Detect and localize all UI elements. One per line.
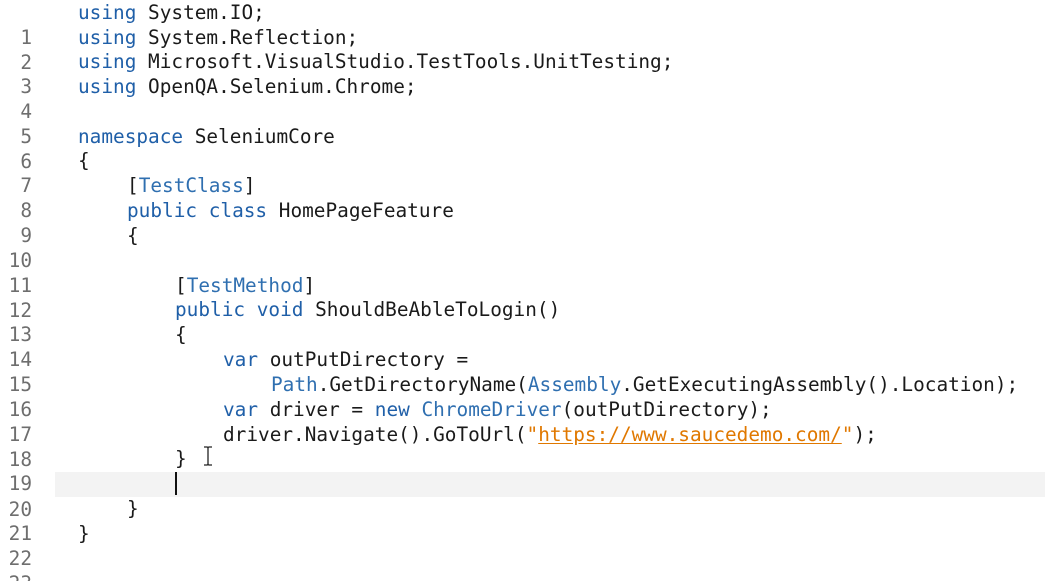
keyword: public class [127,199,268,222]
string-quote: " [841,423,854,446]
keyword: using [78,26,137,49]
code-text: } [78,522,90,545]
code-text: System.Reflection; [136,26,359,49]
string-quote: " [526,423,539,446]
code-text: System.IO; [136,1,265,24]
code-text: .GetDirectoryName( [317,373,528,396]
keyword: namespace [78,125,184,148]
code-text: } [127,497,139,520]
line-number: 23 [0,571,32,581]
code-text: (outPutDirectory); [561,398,772,421]
text-caret [175,472,177,495]
code-text: .GetExecutingAssembly().Location); [621,373,1019,396]
code-line[interactable]: 13 public void ShouldBeAbleToLogin() [0,297,1045,346]
code-line[interactable]: 9 public class HomePageFeature [0,198,1045,247]
code-text: } [175,447,187,470]
keyword: var [223,398,259,421]
code-text: [ [175,274,187,297]
code-text: { [78,149,90,172]
keyword: using [78,50,137,73]
code-line[interactable]: 20 [0,472,1045,521]
code-text: HomePageFeature [267,199,454,222]
code-line[interactable]: 3 using Microsoft.VisualStudio.TestTools… [0,49,1045,98]
code-text: [ [127,174,139,197]
url-link[interactable]: https://www.saucedemo.com/ [538,423,842,446]
code-line[interactable]: 12 [TestMethod] [0,273,1045,322]
keyword: new [374,398,410,421]
keyword: using [78,75,137,98]
code-text: SeleniumCore [183,125,335,148]
code-editor[interactable]: 1 using System.IO; 2 using System.Reflec… [0,0,1045,581]
keyword: public void [175,298,304,321]
code-text: Microsoft.VisualStudio.TestTools.UnitTes… [136,50,674,73]
code-text: ] [303,274,316,297]
code-line[interactable]: 5 [0,99,1045,148]
code-text: { [127,224,139,247]
code-text: driver = [258,398,375,421]
code-text: ShouldBeAbleToLogin() [303,298,561,321]
code-line[interactable]: 11 [0,248,1045,297]
code-line[interactable]: 7 { [0,148,1045,197]
keyword: using [78,1,137,24]
code-line[interactable]: 10 { [0,223,1045,272]
code-text: ] [243,174,256,197]
code-line[interactable]: 21 } [0,496,1045,545]
code-line[interactable]: 4 using OpenQA.Selenium.Chrome; [0,74,1045,123]
type-name: ChromeDriver [421,398,562,421]
code-line[interactable]: 18 driver.Navigate().GoToUrl("https://ww… [0,422,1045,471]
ibeam-cursor-icon [204,446,212,466]
code-line[interactable]: 1 using System.IO; [0,0,1045,49]
code-line[interactable]: 17 var driver = new ChromeDriver(outPutD… [0,397,1045,446]
code-text: ); [853,423,877,446]
code-line[interactable]: 15 var outPutDirectory = [0,347,1045,396]
code-text: driver.Navigate().GoToUrl( [223,423,527,446]
code-text: { [175,323,187,346]
type-name: Assembly [527,373,622,396]
code-line[interactable]: 19 } [0,446,1045,495]
code-line[interactable]: 14 { [0,322,1045,371]
attribute-name: TestMethod [186,274,304,297]
code-line[interactable]: 8 [TestClass] [0,173,1045,222]
attribute-name: TestClass [138,174,244,197]
code-line[interactable]: 23 [0,546,1045,581]
code-line[interactable]: 22 } [0,521,1045,570]
keyword: var [223,348,259,371]
code-text: OpenQA.Selenium.Chrome; [136,75,417,98]
code-line[interactable]: 2 using System.Reflection; [0,25,1045,74]
code-line[interactable]: 16 Path.GetDirectoryName(Assembly.GetExe… [0,372,1045,421]
code-text: outPutDirectory = [258,348,469,371]
type-name: Path [271,373,318,396]
code-line[interactable]: 6 namespace SeleniumCore [0,124,1045,173]
